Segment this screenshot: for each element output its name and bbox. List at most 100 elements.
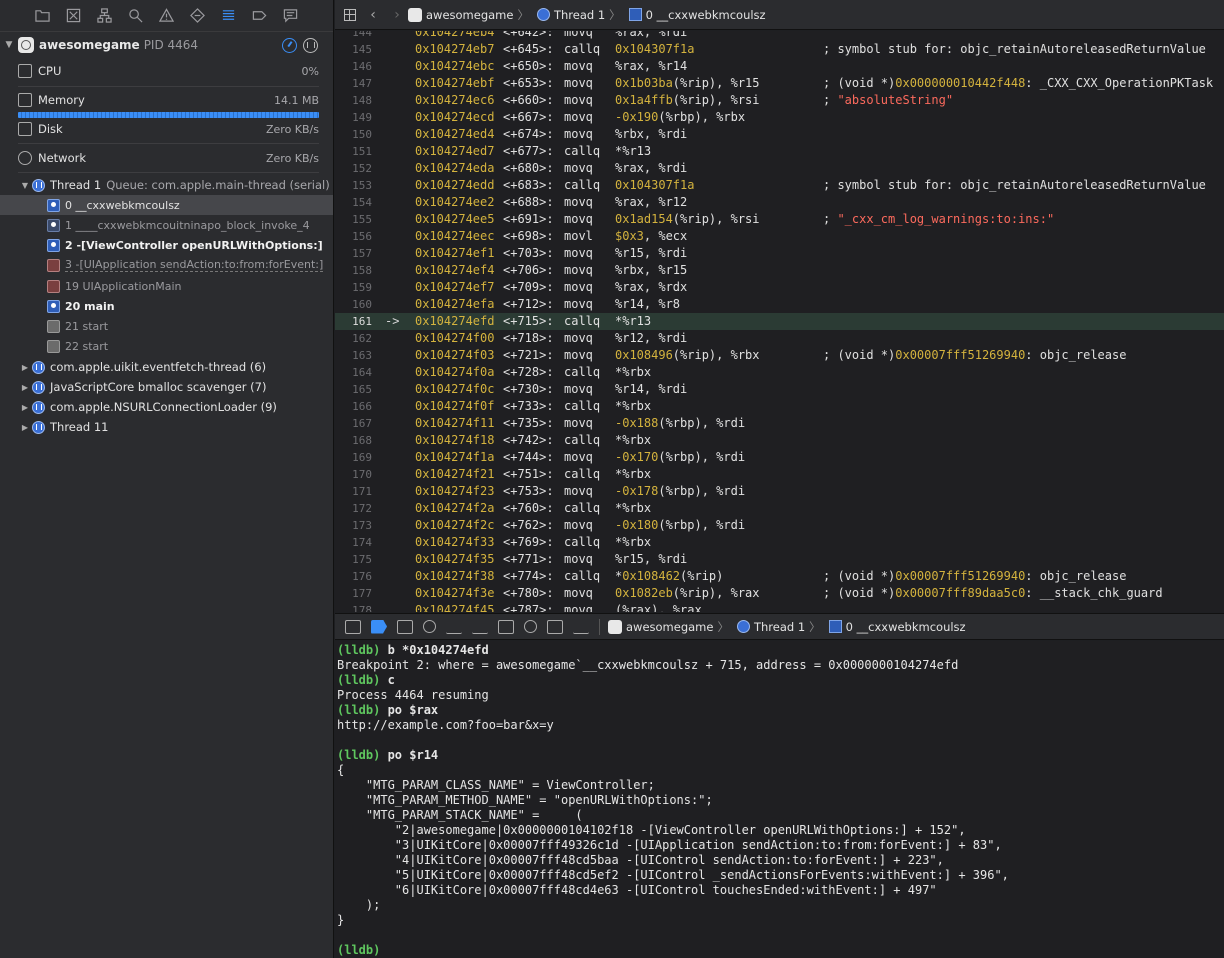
instruction-offset: <+688>: (503, 195, 554, 209)
memory-graph-icon[interactable] (524, 620, 537, 633)
stack-frame-21[interactable]: 21 start (0, 316, 333, 336)
instruction-mnemonic: movq (564, 518, 593, 532)
thread-row-11[interactable]: ▶ Thread 11 (0, 417, 333, 437)
pause-process-icon[interactable] (303, 38, 318, 53)
stack-frame-19[interactable]: 19 UIApplicationMain (0, 276, 333, 296)
instruction-line[interactable]: 158 0x104274ef4 <+706>: movq %rbx, %r15 (335, 262, 1224, 279)
instruction-line[interactable]: 173 0x104274f2c <+762>: movq -0x180(%rbp), %… (335, 517, 1224, 534)
stack-frame-1[interactable]: 1 ____cxxwebkmcouitninapo_block_invoke_4 (0, 215, 333, 235)
folder-icon[interactable] (32, 6, 52, 26)
hide-debug-area-icon[interactable] (345, 619, 361, 634)
editor-jump-bar: ‹ › awesomegame 〉 Thread 1 〉 0 __cxxwebk… (335, 0, 1224, 30)
step-out-icon[interactable] (472, 620, 488, 634)
instruction-line[interactable]: 163 0x104274f03 <+721>: movq 0x108496(%rip),… (335, 347, 1224, 364)
debug-breadcrumb-thread[interactable]: Thread 1 (736, 620, 805, 634)
report-icon[interactable] (280, 6, 300, 26)
stack-frame-20[interactable]: 20 main (0, 296, 333, 316)
instruction-line[interactable]: 148 0x104274ec6 <+660>: movq 0x1a4ffb(%rip),… (335, 92, 1224, 109)
breadcrumb-thread[interactable]: Thread 1 (536, 8, 605, 22)
instruction-offset: <+742>: (503, 433, 554, 447)
navigator-toolbar (0, 0, 333, 32)
step-into-icon[interactable] (446, 620, 462, 634)
search-icon[interactable] (125, 6, 145, 26)
test-icon[interactable] (187, 6, 207, 26)
instruction-line[interactable]: 178 0x104274f45 <+787>: movq (%rax), %rax (335, 602, 1224, 612)
instruction-line[interactable]: 175 0x104274f35 <+771>: movq %r15, %rdi (335, 551, 1224, 568)
disclosure-open-icon[interactable]: ▼ (18, 181, 32, 190)
memory-gauge[interactable]: Memory 14.1 MB (0, 89, 333, 111)
forward-arrow-icon[interactable]: › (390, 7, 404, 23)
instruction-address: 0x104274f1a (415, 450, 495, 464)
instruction-line[interactable]: 166 0x104274f0f <+733>: callq *%rbx (335, 398, 1224, 415)
back-arrow-icon[interactable]: ‹ (366, 7, 380, 23)
instruction-line[interactable]: 156 0x104274eec <+698>: movl $0x3, %ecx (335, 228, 1224, 245)
instruction-line[interactable]: 145 0x104274eb7 <+645>: callq 0x104307f1a ; s… (335, 41, 1224, 58)
instruction-line[interactable]: 170 0x104274f21 <+751>: callq *%rbx (335, 466, 1224, 483)
instruction-line[interactable]: 167 0x104274f11 <+735>: movq -0x188(%rbp), %… (335, 415, 1224, 432)
instruction-line[interactable]: 162 0x104274f00 <+718>: movq %r12, %rdi (335, 330, 1224, 347)
related-items-icon[interactable] (344, 8, 356, 21)
disclosure-closed-icon[interactable]: ▶ (18, 363, 32, 372)
thread-row-1[interactable]: ▼ Thread 1 Queue: com.apple.main-thread … (0, 175, 333, 195)
disclosure-open-icon[interactable]: ▼ (0, 40, 18, 50)
source-control-icon[interactable] (63, 6, 83, 26)
network-gauge[interactable]: Network Zero KB/s (0, 147, 333, 169)
instruction-line[interactable]: 154 0x104274ee2 <+688>: movq %rax, %r12 (335, 194, 1224, 211)
console-output: ); (337, 898, 381, 912)
instruction-line[interactable]: 157 0x104274ef1 <+703>: movq %r15, %rdi (335, 245, 1224, 262)
disclosure-closed-icon[interactable]: ▶ (18, 423, 32, 432)
thread-row-javascriptcore[interactable]: ▶ JavaScriptCore bmalloc scavenger (7) (0, 377, 333, 397)
breadcrumb-frame[interactable]: 0 __cxxwebkmcoulsz (628, 8, 766, 22)
disk-gauge[interactable]: Disk Zero KB/s (0, 118, 333, 140)
breakpoint-icon[interactable] (249, 6, 269, 26)
instruction-line[interactable]: 149 0x104274ecd <+667>: movq -0x190(%rbp), %… (335, 109, 1224, 126)
instruction-line[interactable]: 172 0x104274f2a <+760>: callq *%rbx (335, 500, 1224, 517)
disclosure-closed-icon[interactable]: ▶ (18, 403, 32, 412)
instruction-line[interactable]: 174 0x104274f33 <+769>: callq *%rbx (335, 534, 1224, 551)
instruction-line[interactable]: 150 0x104274ed4 <+674>: movq %rbx, %rdi (335, 126, 1224, 143)
instruction-mnemonic: movq (564, 246, 593, 260)
instruction-line[interactable]: 160 0x104274efa <+712>: movq %r14, %r8 (335, 296, 1224, 313)
disassembly-editor[interactable]: 144 0x104274eb4 <+642>: movq %rax, %rdi 145 0x… (335, 31, 1224, 612)
cpu-gauge[interactable]: CPU 0% (0, 60, 333, 82)
instruction-line[interactable]: 159 0x104274ef7 <+709>: movq %rax, %rdx (335, 279, 1224, 296)
instruction-line[interactable]: 151 0x104274ed7 <+677>: callq *%r13 (335, 143, 1224, 160)
disclosure-closed-icon[interactable]: ▶ (18, 383, 32, 392)
instruction-line[interactable]: 153 0x104274edd <+683>: callq 0x104307f1a ; s… (335, 177, 1224, 194)
environment-overrides-icon[interactable] (547, 619, 563, 634)
stack-frame-3[interactable]: 3 -[UIApplication sendAction:to:from:for… (0, 255, 333, 275)
breadcrumb-app[interactable]: awesomegame (408, 7, 513, 22)
debug-breadcrumb-app[interactable]: awesomegame (608, 619, 713, 634)
lldb-console[interactable]: (lldb) b *0x104274efd Breakpoint 2: where… (335, 641, 1224, 958)
step-over-icon[interactable] (423, 620, 436, 633)
thread-row-nsurlconnection[interactable]: ▶ com.apple.NSURLConnectionLoader (9) (0, 397, 333, 417)
debug-icon[interactable] (218, 6, 238, 26)
instruction-offset: <+680>: (503, 161, 554, 175)
stack-frame-22[interactable]: 22 start (0, 336, 333, 356)
instruction-line[interactable]: 147 0x104274ebf <+653>: movq 0x1b03ba(%rip),… (335, 75, 1224, 92)
instruction-line[interactable]: 171 0x104274f23 <+753>: movq -0x178(%rbp), %… (335, 483, 1224, 500)
instruction-line[interactable]: 165 0x104274f0c <+730>: movq %r14, %rdi (335, 381, 1224, 398)
instruction-line[interactable]: 176 0x104274f38 <+774>: callq *0x108462(%rip… (335, 568, 1224, 585)
debug-breadcrumb-frame[interactable]: 0 __cxxwebkmcoulsz (828, 620, 966, 634)
instruction-line[interactable]: 155 0x104274ee5 <+691>: movq 0x1ad154(%rip),… (335, 211, 1224, 228)
instruction-line[interactable]: 168 0x104274f18 <+742>: callq *%rbx (335, 432, 1224, 449)
instruction-line[interactable]: 144 0x104274eb4 <+642>: movq %rax, %rdi (335, 31, 1224, 41)
stack-frame-0[interactable]: 0 __cxxwebkmcoulsz (0, 195, 333, 215)
thread-row-eventfetch[interactable]: ▶ com.apple.uikit.eventfetch-thread (6) (0, 357, 333, 377)
simulate-location-icon[interactable] (573, 620, 589, 634)
instruction-line[interactable]: 152 0x104274eda <+680>: movq %rax, %rdi (335, 160, 1224, 177)
instruction-line[interactable]: 164 0x104274f0a <+728>: callq *%rbx (335, 364, 1224, 381)
instruction-line[interactable]: 146 0x104274ebc <+650>: movq %rax, %r14 (335, 58, 1224, 75)
stack-frame-2[interactable]: 2 -[ViewController openURLWithOptions:] (0, 235, 333, 255)
warning-icon[interactable] (156, 6, 176, 26)
debug-gauges-icon[interactable] (282, 38, 297, 53)
instruction-line[interactable]: 169 0x104274f1a <+744>: movq -0x170(%rbp), %… (335, 449, 1224, 466)
breakpoints-toggle-icon[interactable] (371, 619, 387, 634)
instruction-line[interactable]: 177 0x104274f3e <+780>: movq 0x1082eb(%rip),… (335, 585, 1224, 602)
instruction-address: 0x104274f2c (415, 518, 495, 532)
hierarchy-icon[interactable] (94, 6, 114, 26)
continue-icon[interactable] (397, 619, 413, 634)
view-hierarchy-icon[interactable] (498, 619, 514, 634)
current-instruction-line[interactable]: 161 -> 0x104274efd <+715>: callq *%r13 (335, 313, 1224, 330)
